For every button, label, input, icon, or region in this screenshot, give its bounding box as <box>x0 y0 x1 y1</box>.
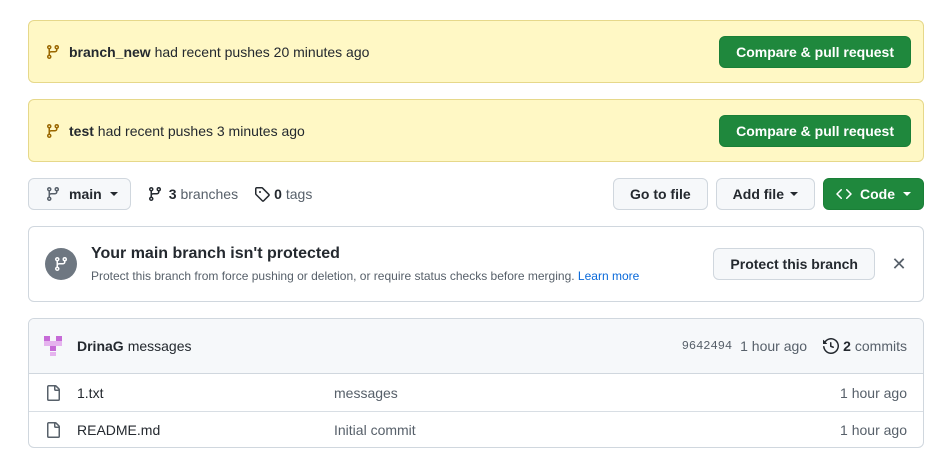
caret-down-icon <box>903 192 911 196</box>
file-name-link[interactable]: 1.txt <box>77 385 334 401</box>
file-icon <box>45 384 61 401</box>
table-row: 1.txt messages 1 hour ago <box>29 374 923 411</box>
commits-link[interactable]: 2 commits <box>823 338 907 354</box>
compare-pull-request-button[interactable]: Compare & pull request <box>719 35 911 68</box>
repo-toolbar: main 3 branches 0 tags Go to file Add fi… <box>28 178 924 210</box>
close-icon[interactable]: ✕ <box>891 254 907 274</box>
git-branch-icon <box>45 44 61 60</box>
history-icon <box>823 338 840 354</box>
file-name-link[interactable]: README.md <box>77 422 334 438</box>
branch-name-link[interactable]: test <box>69 123 94 139</box>
commits-count: 2 <box>843 338 851 354</box>
git-branch-icon <box>45 123 61 139</box>
learn-more-link[interactable]: Learn more <box>578 269 639 283</box>
recent-push-banner-branch-new: branch_new had recent pushes 20 minutes … <box>28 20 924 83</box>
commits-label: commits <box>854 338 907 354</box>
file-commit-message-link[interactable]: Initial commit <box>334 422 840 438</box>
file-commit-message-link[interactable]: messages <box>334 385 840 401</box>
commit-message-link[interactable]: messages <box>128 338 682 354</box>
tags-count: 0 <box>274 186 282 202</box>
branch-name-link[interactable]: branch_new <box>69 44 151 60</box>
protect-notice-body: Your main branch isn't protected Protect… <box>91 245 713 283</box>
file-commit-time: 1 hour ago <box>840 422 907 438</box>
protect-description: Protect this branch from force pushing o… <box>91 269 640 283</box>
protect-title: Your main branch isn't protected <box>91 245 340 262</box>
commit-author-link[interactable]: DrinaG <box>77 338 124 354</box>
caret-down-icon <box>109 192 118 196</box>
caret-down-icon <box>790 192 798 196</box>
branch-selector-label: main <box>69 186 102 202</box>
branches-count: 3 <box>168 186 177 202</box>
protect-branch-button[interactable]: Protect this branch <box>713 248 875 280</box>
commit-sha-link[interactable]: 9642494 <box>682 339 732 353</box>
code-icon <box>836 186 852 202</box>
file-list: DrinaG messages 9642494 1 hour ago 2 com… <box>28 318 924 448</box>
recent-push-text: branch_new had recent pushes 20 minutes … <box>69 43 370 60</box>
git-branch-icon <box>147 186 163 202</box>
compare-pull-request-button[interactable]: Compare & pull request <box>719 114 911 147</box>
file-icon <box>45 422 61 438</box>
tag-icon <box>254 186 270 202</box>
latest-commit-bar: DrinaG messages 9642494 1 hour ago 2 com… <box>29 319 923 374</box>
git-branch-icon <box>45 186 61 202</box>
branch-protection-icon <box>45 248 77 280</box>
code-label: Code <box>860 186 895 202</box>
commit-time: 1 hour ago <box>740 338 808 354</box>
code-button[interactable]: Code <box>823 178 924 210</box>
tags-link[interactable]: 0 tags <box>254 186 312 202</box>
go-to-file-button[interactable]: Go to file <box>612 178 708 210</box>
add-file-button[interactable]: Add file <box>715 178 815 210</box>
add-file-label: Add file <box>732 186 784 202</box>
tags-label: tags <box>285 186 313 202</box>
avatar[interactable] <box>41 334 65 358</box>
branches-label: branches <box>180 186 239 202</box>
file-commit-time: 1 hour ago <box>840 384 907 401</box>
branch-protection-notice: Your main branch isn't protected Protect… <box>28 226 924 302</box>
table-row: README.md Initial commit 1 hour ago <box>29 411 923 447</box>
branch-selector-button[interactable]: main <box>28 178 131 210</box>
branches-link[interactable]: 3 branches <box>147 186 238 202</box>
recent-push-banner-test: test had recent pushes 3 minutes ago Com… <box>28 99 924 162</box>
recent-push-text: test had recent pushes 3 minutes ago <box>69 122 305 139</box>
